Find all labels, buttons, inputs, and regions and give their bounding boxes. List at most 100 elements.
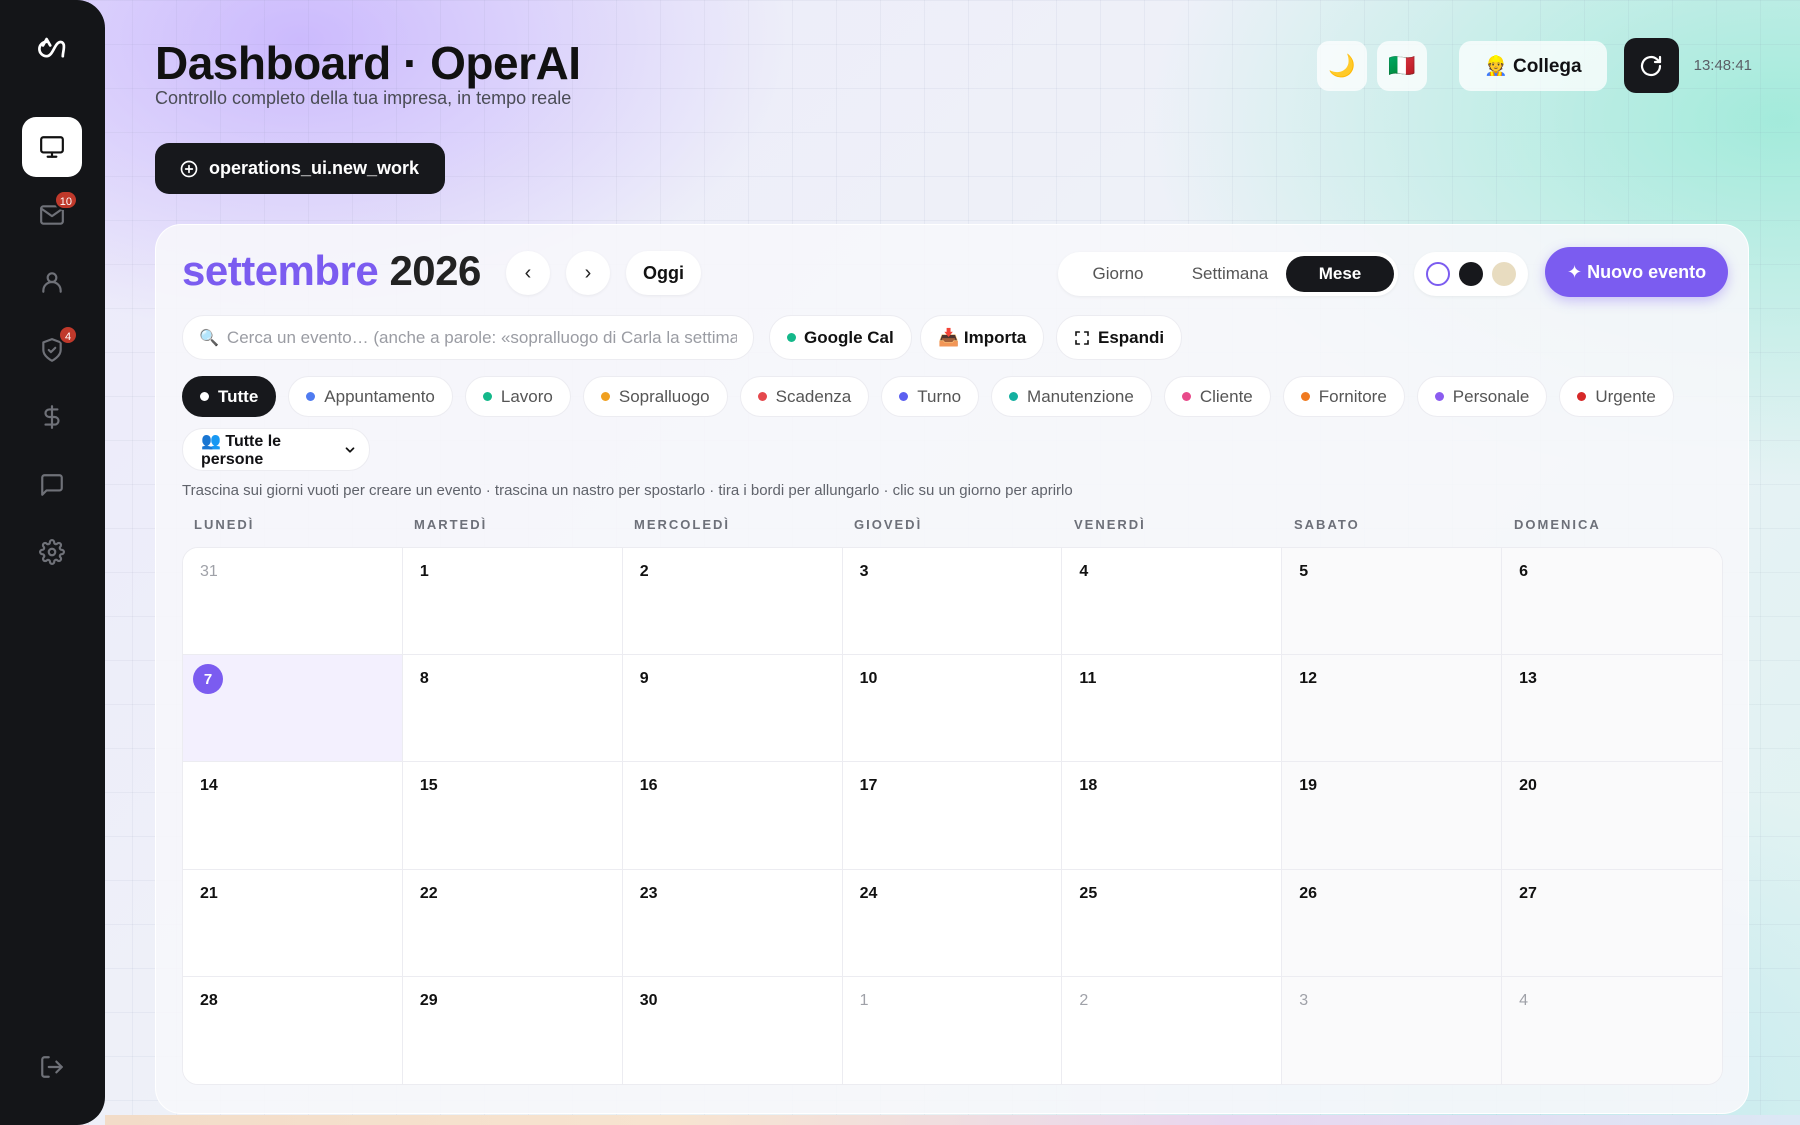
dark-mode-toggle[interactable]: 🌙 [1317, 40, 1368, 91]
day-number: 4 [1079, 563, 1089, 580]
filter-supplier[interactable]: Fornitore [1282, 376, 1405, 417]
calendar-day[interactable]: 23 [622, 869, 843, 977]
calendar-day[interactable]: 24 [842, 869, 1063, 977]
app-logo[interactable] [34, 34, 70, 64]
calendar-day[interactable]: 2 [1062, 976, 1283, 1084]
theme-light-option[interactable] [1426, 262, 1450, 286]
sidebar-item-security[interactable]: 4 [22, 320, 82, 380]
calendar-day[interactable]: 31 [183, 548, 403, 656]
filter-label: Appuntamento [324, 386, 435, 406]
refresh-icon [1641, 55, 1662, 76]
filter-maintenance[interactable]: Manutenzione [991, 376, 1152, 417]
filter-client[interactable]: Cliente [1163, 376, 1271, 417]
calendar-day[interactable]: 1 [402, 548, 623, 656]
sidebar-item-finance[interactable] [22, 387, 82, 447]
filter-dot [600, 392, 610, 401]
calendar-day[interactable]: 12 [1282, 655, 1503, 763]
calendar-day[interactable]: 20 [1502, 762, 1722, 870]
filter-label: Urgente [1595, 386, 1656, 406]
calendar-day[interactable]: 30 [622, 976, 843, 1084]
expand-button[interactable]: Espandi [1056, 315, 1183, 360]
calendar-day[interactable]: 27 [1502, 869, 1722, 977]
calendar-day[interactable]: 13 [1502, 655, 1722, 763]
calendar-day[interactable]: 3 [1282, 976, 1503, 1084]
sidebar-item-logout[interactable] [22, 1037, 82, 1097]
connect-label: 👷 Collega [1484, 55, 1582, 77]
new-event-button[interactable]: ✦ Nuovo evento [1545, 247, 1729, 297]
filter-personal[interactable]: Personale [1416, 376, 1548, 417]
prev-month-button[interactable]: ‹ [506, 251, 550, 295]
filter-appointment[interactable]: Appuntamento [288, 376, 453, 417]
calendar-day[interactable]: 18 [1062, 762, 1283, 870]
calendar-day[interactable]: 16 [622, 762, 843, 870]
weekday-header: LUNEDÌ MARTEDÌ MERCOLEDÌ GIOVEDÌ VENERDÌ… [182, 517, 1722, 532]
weekday-label: SABATO [1294, 517, 1360, 532]
filter-work[interactable]: Lavoro [464, 376, 571, 417]
view-week[interactable]: Settimana [1174, 256, 1286, 292]
next-month-button[interactable]: › [566, 251, 610, 295]
day-number: 14 [200, 777, 218, 795]
filter-urgent[interactable]: Urgente [1559, 376, 1674, 417]
theme-sand-option[interactable] [1492, 262, 1516, 286]
sidebar-item-settings[interactable] [22, 522, 82, 582]
calendar-day[interactable]: 2 [622, 548, 843, 656]
calendar-day[interactable]: 8 [402, 655, 623, 763]
calendar-day[interactable]: 25 [1062, 869, 1283, 977]
filter-inspection[interactable]: Sopralluogo [582, 376, 728, 417]
view-month[interactable]: Mese [1286, 256, 1394, 292]
calendar-day[interactable]: 28 [183, 976, 403, 1084]
people-select[interactable]: 👥 Tutte le persone [182, 428, 370, 471]
calendar-day[interactable]: 3 [842, 548, 1063, 656]
calendar-day[interactable]: 4 [1502, 976, 1722, 1084]
calendar-day[interactable]: 19 [1282, 762, 1503, 870]
filter-label: Lavoro [500, 386, 553, 406]
filter-all[interactable]: Tutte [182, 376, 277, 417]
filter-label: Personale [1452, 386, 1530, 406]
sidebar-item-dashboard[interactable] [22, 117, 82, 177]
calendar-day-today[interactable]: 7 [183, 655, 403, 763]
refresh-button[interactable] [1623, 38, 1679, 93]
sidebar-item-chat[interactable] [22, 455, 82, 515]
calendar-day[interactable]: 17 [842, 762, 1063, 870]
calendar-day[interactable]: 29 [402, 976, 623, 1084]
theme-dark-option[interactable] [1459, 262, 1483, 286]
calendar-day[interactable]: 15 [402, 762, 623, 870]
sidebar-item-mail[interactable]: 10 [22, 185, 82, 245]
day-number: 28 [200, 991, 218, 1009]
plus-circle-icon [180, 160, 198, 177]
view-switcher: Giorno Settimana Mese [1058, 252, 1398, 296]
connect-button[interactable]: 👷 Collega [1459, 40, 1607, 91]
calendar-day[interactable]: 22 [402, 869, 623, 977]
filter-deadline[interactable]: Scadenza [739, 376, 870, 417]
calendar-day[interactable]: 4 [1062, 548, 1283, 656]
event-search-input[interactable] [226, 327, 737, 348]
calendar-day[interactable]: 1 [842, 976, 1063, 1084]
sidebar-item-users[interactable] [22, 252, 82, 312]
italy-flag-icon: 🇮🇹 [1388, 52, 1416, 78]
new-work-button[interactable]: operations_ui.new_work [155, 143, 446, 194]
calendar-day[interactable]: 9 [622, 655, 843, 763]
day-number: 1 [859, 991, 869, 1009]
filter-label: Sopralluogo [618, 386, 710, 406]
weekday-label: GIOVEDÌ [854, 517, 923, 532]
filter-dot [1434, 392, 1444, 401]
gear-icon [39, 539, 65, 565]
view-day[interactable]: Giorno [1062, 256, 1174, 292]
filter-shift[interactable]: Turno [881, 376, 980, 417]
calendar-day[interactable]: 11 [1062, 655, 1283, 763]
calendar-day[interactable]: 14 [183, 762, 403, 870]
import-button[interactable]: 📥 Importa [920, 315, 1045, 360]
today-button[interactable]: Oggi [626, 251, 701, 295]
calendar-day[interactable]: 21 [183, 869, 403, 977]
day-number: 13 [1519, 670, 1537, 688]
day-number: 19 [1299, 777, 1318, 795]
language-button[interactable]: 🇮🇹 [1377, 40, 1428, 91]
calendar-day[interactable]: 26 [1282, 869, 1503, 977]
event-search: 🔍 [182, 315, 754, 360]
filter-label: Scadenza [775, 386, 852, 406]
google-cal-button[interactable]: Google Cal [769, 315, 912, 360]
day-number: 20 [1519, 777, 1537, 795]
calendar-day[interactable]: 10 [842, 655, 1063, 763]
calendar-day[interactable]: 5 [1282, 548, 1503, 656]
calendar-day[interactable]: 6 [1502, 548, 1722, 656]
